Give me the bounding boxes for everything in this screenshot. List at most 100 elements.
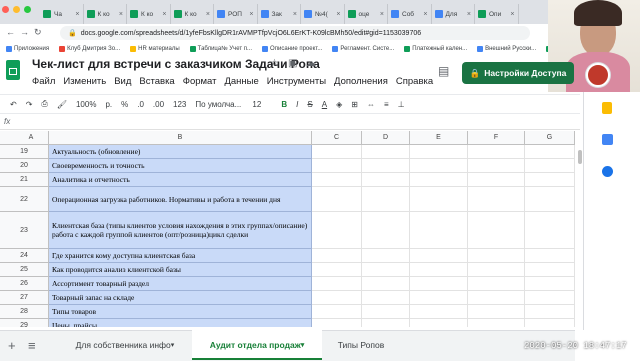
row-header[interactable]: 21 (0, 173, 49, 187)
cell-b[interactable]: Ассортимент товарный раздел (49, 277, 312, 291)
empty-cell[interactable] (525, 263, 575, 277)
empty-cell[interactable] (468, 305, 525, 319)
close-tab-icon[interactable]: × (119, 11, 123, 18)
close-tab-icon[interactable]: × (336, 11, 340, 18)
empty-cell[interactable] (362, 212, 410, 249)
italic-button[interactable]: I (296, 100, 298, 109)
empty-cell[interactable] (362, 173, 410, 187)
bookmark-item[interactable]: Регламент. Систе... (332, 46, 394, 52)
close-tab-icon[interactable]: × (380, 11, 384, 18)
avatar[interactable] (586, 63, 610, 87)
empty-cell[interactable] (410, 263, 468, 277)
browser-tab[interactable]: Зак × (258, 4, 301, 24)
percent-button[interactable]: % (121, 100, 128, 109)
empty-cell[interactable] (312, 145, 362, 159)
column-header[interactable]: C (312, 131, 362, 145)
cell-b[interactable]: Аналитика и отчетность (49, 173, 312, 187)
bookmark-item[interactable]: Внешний Русски... (477, 46, 536, 52)
empty-cell[interactable] (410, 187, 468, 212)
empty-cell[interactable] (468, 291, 525, 305)
empty-cell[interactable] (362, 305, 410, 319)
back-icon[interactable]: ← (6, 27, 15, 37)
close-tab-icon[interactable]: × (293, 11, 297, 18)
empty-cell[interactable] (312, 263, 362, 277)
menu-item[interactable]: Данные (224, 76, 258, 87)
browser-tab[interactable]: Опи × (475, 4, 519, 24)
cell-b[interactable]: Как проводится анализ клиентской базы (49, 263, 312, 277)
empty-cell[interactable] (410, 277, 468, 291)
browser-tab[interactable]: №4(× (301, 4, 345, 24)
formula-bar[interactable]: fx (0, 115, 580, 130)
column-header[interactable]: D (362, 131, 410, 145)
sheet-tab-menu-icon[interactable]: ▾ (301, 341, 305, 349)
menu-item[interactable]: Справка (396, 76, 433, 87)
empty-cell[interactable] (410, 319, 468, 327)
menu-item[interactable]: Файл (32, 76, 55, 87)
sheet-tab[interactable]: Аудит отдела продаж ▾ (192, 330, 322, 360)
column-header[interactable]: F (468, 131, 525, 145)
column-header[interactable]: G (525, 131, 575, 145)
close-tab-icon[interactable]: × (423, 11, 427, 18)
empty-cell[interactable] (312, 173, 362, 187)
empty-cell[interactable] (312, 305, 362, 319)
row-header[interactable]: 20 (0, 159, 49, 173)
empty-cell[interactable] (525, 212, 575, 249)
menu-item[interactable]: Вставка (139, 76, 174, 87)
all-sheets-icon[interactable]: ≡ (28, 338, 36, 353)
empty-cell[interactable] (362, 277, 410, 291)
empty-cell[interactable] (525, 249, 575, 263)
empty-cell[interactable] (362, 249, 410, 263)
align-icon[interactable]: ≡ (384, 100, 389, 109)
calendar-icon[interactable] (602, 166, 613, 177)
row-header[interactable]: 23 (0, 212, 49, 249)
cell-b[interactable]: Цены, прайсы (49, 319, 312, 327)
cell-b[interactable]: Своевременность и точность (49, 159, 312, 173)
url-bar[interactable]: 🔒 docs.google.com/spreadsheets/d/1yfeFbs… (60, 26, 530, 40)
bookmark-item[interactable]: Описание проект... (262, 46, 322, 52)
empty-cell[interactable] (525, 159, 575, 173)
row-header[interactable]: 24 (0, 249, 49, 263)
sheets-logo-icon[interactable] (6, 60, 20, 80)
column-header[interactable]: E (410, 131, 468, 145)
comments-icon[interactable]: ▤ (438, 64, 449, 78)
empty-cell[interactable] (468, 277, 525, 291)
browser-tab[interactable]: Для × (432, 4, 475, 24)
empty-cell[interactable] (362, 291, 410, 305)
bold-button[interactable]: B (281, 100, 287, 109)
currency-button[interactable]: р. (105, 100, 112, 109)
browser-tab[interactable]: К ко × (84, 4, 127, 24)
empty-cell[interactable] (312, 159, 362, 173)
move-icon[interactable]: ▣ (288, 58, 297, 69)
empty-cell[interactable] (468, 187, 525, 212)
sheet-tab[interactable]: Типы Ропов (326, 330, 396, 360)
empty-cell[interactable] (362, 187, 410, 212)
cell-b[interactable]: Товарный запас на складе (49, 291, 312, 305)
row-header[interactable]: 29 (0, 319, 49, 327)
empty-cell[interactable] (312, 291, 362, 305)
borders-icon[interactable]: ⊞ (351, 100, 358, 109)
spreadsheet-grid[interactable]: A B C D E F G 19 Актуальность (обновление) 20 Свое… (0, 131, 575, 327)
strikethrough-button[interactable]: S (307, 100, 312, 109)
cell-b[interactable]: Типы товаров (49, 305, 312, 319)
empty-cell[interactable] (362, 159, 410, 173)
text-color-button[interactable]: A (322, 100, 327, 109)
browser-tab[interactable]: К ко × (171, 4, 214, 24)
bookmark-item[interactable]: HR материалы (130, 46, 180, 52)
empty-cell[interactable] (525, 305, 575, 319)
print-icon[interactable]: ⎙ (41, 99, 47, 109)
font-size-select[interactable]: 12 (252, 100, 272, 109)
close-tab-icon[interactable]: × (206, 11, 210, 18)
close-tab-icon[interactable]: × (162, 11, 166, 18)
empty-cell[interactable] (525, 277, 575, 291)
star-icon[interactable]: ☆ (270, 58, 279, 69)
empty-cell[interactable] (525, 319, 575, 327)
browser-tab[interactable]: Ча × (40, 4, 84, 24)
close-window-icon[interactable] (2, 6, 9, 13)
empty-cell[interactable] (312, 319, 362, 327)
empty-cell[interactable] (525, 173, 575, 187)
empty-cell[interactable] (362, 319, 410, 327)
column-header[interactable]: A (14, 131, 49, 145)
empty-cell[interactable] (468, 145, 525, 159)
browser-tab[interactable]: оце × (345, 4, 388, 24)
fill-color-icon[interactable]: ◈ (336, 100, 342, 109)
